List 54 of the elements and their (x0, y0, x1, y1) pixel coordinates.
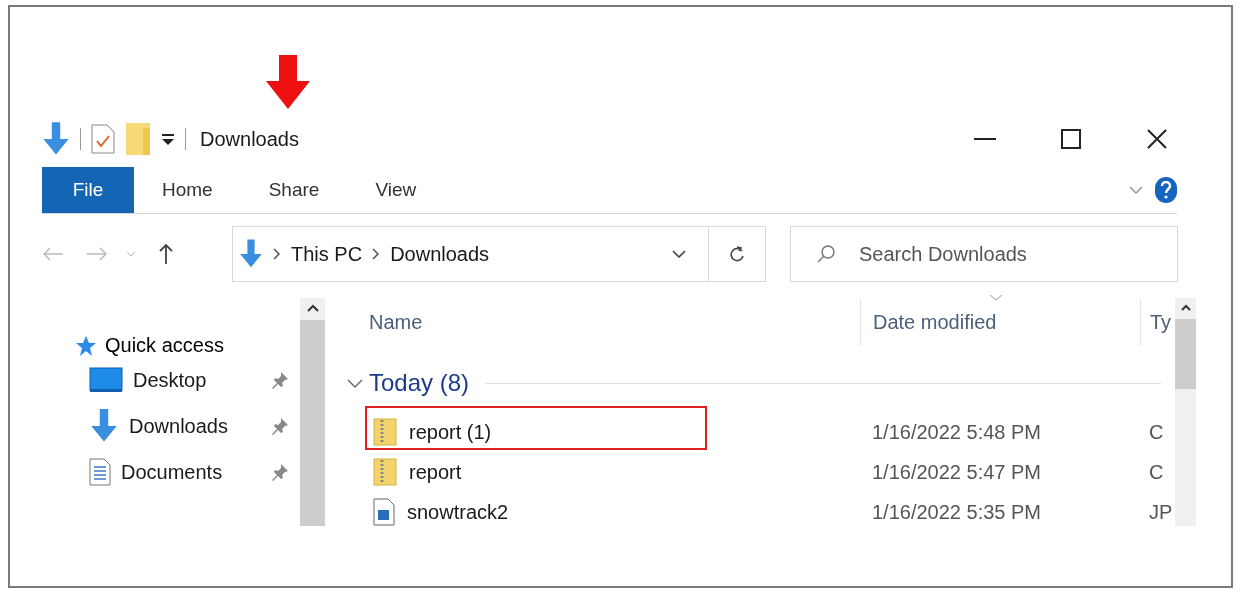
ribbon-tab[interactable]: Home (134, 167, 241, 213)
table-cell-text: 1/16/2022 5:35 PM (871, 500, 1042, 524)
search-icon (816, 244, 836, 264)
column-header[interactable]: Date modified (860, 298, 1140, 346)
table-cell-text: 1/16/2022 5:47 PM (871, 460, 1042, 484)
sidebar-item[interactable]: Downloads (129, 414, 228, 438)
scrollbar[interactable] (300, 298, 325, 526)
table-cell-text: 1/16/2022 5:48 PM (871, 420, 1042, 444)
minimize-icon (974, 138, 996, 140)
file-name[interactable]: report (409, 460, 462, 484)
help-button[interactable] (1155, 177, 1177, 203)
table-cell-text: C (1148, 420, 1165, 444)
star-icon (75, 334, 97, 357)
group-header[interactable]: Today (8) (369, 369, 470, 397)
sidebar-item[interactable]: Documents (121, 460, 223, 484)
zip-folder-icon (373, 418, 397, 446)
expand-ribbon-icon[interactable] (1129, 186, 1143, 194)
address-bar[interactable]: This PC Downloads (232, 226, 766, 282)
file-name[interactable]: report (1) (409, 420, 492, 444)
maximize-icon (1061, 129, 1081, 149)
table-cell-text: JP (1148, 500, 1172, 524)
up-button[interactable] (158, 243, 174, 265)
sort-indicator-icon (989, 294, 1003, 301)
scrollbar[interactable] (1175, 298, 1196, 526)
desktop-icon (89, 367, 123, 393)
dropdown-icon[interactable] (672, 250, 686, 258)
chevron-icon (372, 248, 381, 260)
customize-toolbar-icon[interactable] (161, 132, 175, 146)
ribbon-tab[interactable]: View (347, 167, 445, 213)
window-title: Downloads (200, 127, 299, 151)
column-header[interactable]: Ty (1140, 298, 1172, 346)
ribbon-tab[interactable]: Share (240, 167, 348, 213)
document-icon (89, 458, 111, 486)
download-arrow-icon (89, 409, 119, 443)
breadcrumb[interactable]: This PC (291, 242, 363, 266)
close-icon (1147, 129, 1167, 149)
column-header[interactable]: Name (345, 298, 860, 346)
zip-folder-icon (373, 458, 397, 486)
ribbon-tab[interactable]: File (42, 167, 134, 213)
chevron-icon (273, 248, 281, 260)
scroll-up-icon[interactable] (1180, 304, 1191, 311)
file-name[interactable]: snowtrack2 (407, 500, 509, 524)
download-arrow-icon (42, 122, 70, 156)
properties-icon[interactable] (91, 124, 115, 154)
download-arrow-icon (239, 239, 263, 269)
sidebar-item[interactable]: Desktop (133, 368, 207, 392)
breadcrumb[interactable]: Downloads (390, 242, 490, 266)
quick-access-item[interactable]: Quick access (75, 334, 224, 357)
table-cell-text: C (1148, 460, 1165, 484)
annotation-arrow (266, 55, 310, 111)
refresh-icon[interactable] (728, 244, 746, 264)
scroll-up-icon[interactable] (306, 304, 319, 312)
image-file-icon (373, 498, 395, 526)
search-field[interactable]: Search Downloads (790, 226, 1178, 282)
